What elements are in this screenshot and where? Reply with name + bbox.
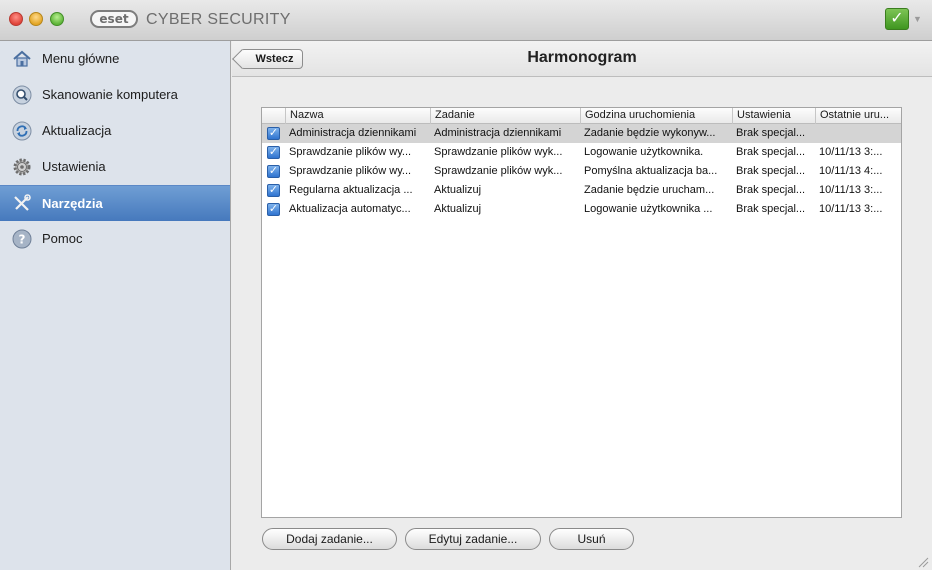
sidebar-item-label: Aktualizacja [42,123,112,138]
cell-name: Aktualizacja automatyc... [289,203,411,215]
task-enabled-checkbox[interactable]: ✓ [267,127,280,140]
cell-task: Sprawdzanie plików wyk... [434,146,563,158]
cell-name: Sprawdzanie plików wy... [289,165,412,177]
cell-task: Sprawdzanie plików wyk... [434,165,563,177]
column-header-settings[interactable]: Ustawienia [732,108,815,124]
cell-last-run: 10/11/13 4:... [819,165,883,177]
sidebar-item-skanowanie[interactable]: Skanowanie komputera [0,77,230,113]
table-row[interactable]: ✓ Aktualizacja automatyc... Aktualizuj L… [262,200,901,219]
cell-settings: Brak specjal... [736,165,806,177]
task-enabled-checkbox[interactable]: ✓ [267,165,280,178]
sidebar-item-aktualizacja[interactable]: Aktualizacja [0,113,230,149]
task-enabled-checkbox[interactable]: ✓ [267,203,280,216]
resize-grip-icon[interactable] [917,556,929,568]
gear-icon [13,158,31,176]
cell-start-time: Pomyślna aktualizacja ba... [584,165,718,177]
table-row[interactable]: ✓ Sprawdzanie plików wy... Sprawdzanie p… [262,143,901,162]
sidebar-item-label: Skanowanie komputera [42,87,178,102]
table-header: Nazwa Zadanie Godzina uruchomienia Ustaw… [262,108,901,124]
column-header-last-run[interactable]: Ostatnie uru... [815,108,901,124]
cell-name: Sprawdzanie plików wy... [289,146,412,158]
svg-text:?: ? [19,233,26,247]
title-bar: eset CYBER SECURITY ✓ ▼ [0,0,932,41]
sidebar-item-label: Pomoc [42,231,83,246]
sidebar-item-label: Narzędzia [42,196,103,211]
sidebar: Menu główne Skanowanie komputera Aktuali… [0,41,231,570]
cell-settings: Brak specjal... [736,184,806,196]
column-header-start-time[interactable]: Godzina uruchomienia [580,108,732,124]
chevron-down-icon[interactable]: ▼ [913,14,922,24]
table-row[interactable]: ✓ Regularna aktualizacja ... Aktualizuj … [262,181,901,200]
magnifier-icon [12,85,32,105]
cell-settings: Brak specjal... [736,146,806,158]
cell-start-time: Zadanie będzie urucham... [584,184,715,196]
task-enabled-checkbox[interactable]: ✓ [267,184,280,197]
cell-start-time: Zadanie będzie wykonyw... [584,127,716,139]
sidebar-item-menu-glowne[interactable]: Menu główne [0,41,230,77]
checkmark-icon: ✓ [890,10,904,27]
cell-last-run: 10/11/13 3:... [819,146,883,158]
cell-start-time: Logowanie użytkownika. [584,146,704,158]
cell-task: Administracja dziennikami [434,127,562,139]
window-close-button[interactable] [9,12,23,26]
cell-settings: Brak specjal... [736,127,806,139]
window-zoom-button[interactable] [50,12,64,26]
cell-start-time: Logowanie użytkownika ... [584,203,713,215]
protection-status-button[interactable]: ✓ [885,8,909,30]
schedule-table[interactable]: Nazwa Zadanie Godzina uruchomienia Ustaw… [261,107,902,518]
cell-settings: Brak specjal... [736,203,806,215]
sidebar-item-narzedzia[interactable]: Narzędzia [0,185,230,221]
refresh-icon [12,121,32,141]
cell-last-run [815,124,901,143]
app-title: CYBER SECURITY [146,11,291,28]
help-icon: ? [12,229,32,249]
sidebar-item-pomoc[interactable]: ? Pomoc [0,221,230,257]
home-icon [13,50,31,67]
table-row[interactable]: ✓ Sprawdzanie plików wy... Sprawdzanie p… [262,162,901,181]
edit-task-button[interactable]: Edytuj zadanie... [405,528,541,550]
column-header-task[interactable]: Zadanie [430,108,580,124]
column-header-enabled[interactable] [262,108,285,124]
window-minimize-button[interactable] [29,12,43,26]
cell-task: Aktualizuj [434,203,482,215]
add-task-button[interactable]: Dodaj zadanie... [262,528,397,550]
cell-task: Aktualizuj [434,184,482,196]
tools-icon [14,194,31,211]
sidebar-item-label: Menu główne [42,51,120,66]
cell-name: Administracja dziennikami [289,127,417,139]
delete-task-button[interactable]: Usuń [549,528,634,550]
cell-last-run: 10/11/13 3:... [819,203,883,215]
table-row[interactable]: ✓ Administracja dziennikami Administracj… [262,124,901,143]
content-header: Wstecz Harmonogram [232,41,932,77]
cell-name: Regularna aktualizacja ... [289,184,413,196]
column-header-name[interactable]: Nazwa [285,108,430,124]
cell-last-run: 10/11/13 3:... [819,184,883,196]
eset-logo: eset [90,10,138,28]
task-enabled-checkbox[interactable]: ✓ [267,146,280,159]
sidebar-item-label: Ustawienia [42,159,106,174]
page-title: Harmonogram [527,49,637,66]
sidebar-item-ustawienia[interactable]: Ustawienia [0,149,230,185]
